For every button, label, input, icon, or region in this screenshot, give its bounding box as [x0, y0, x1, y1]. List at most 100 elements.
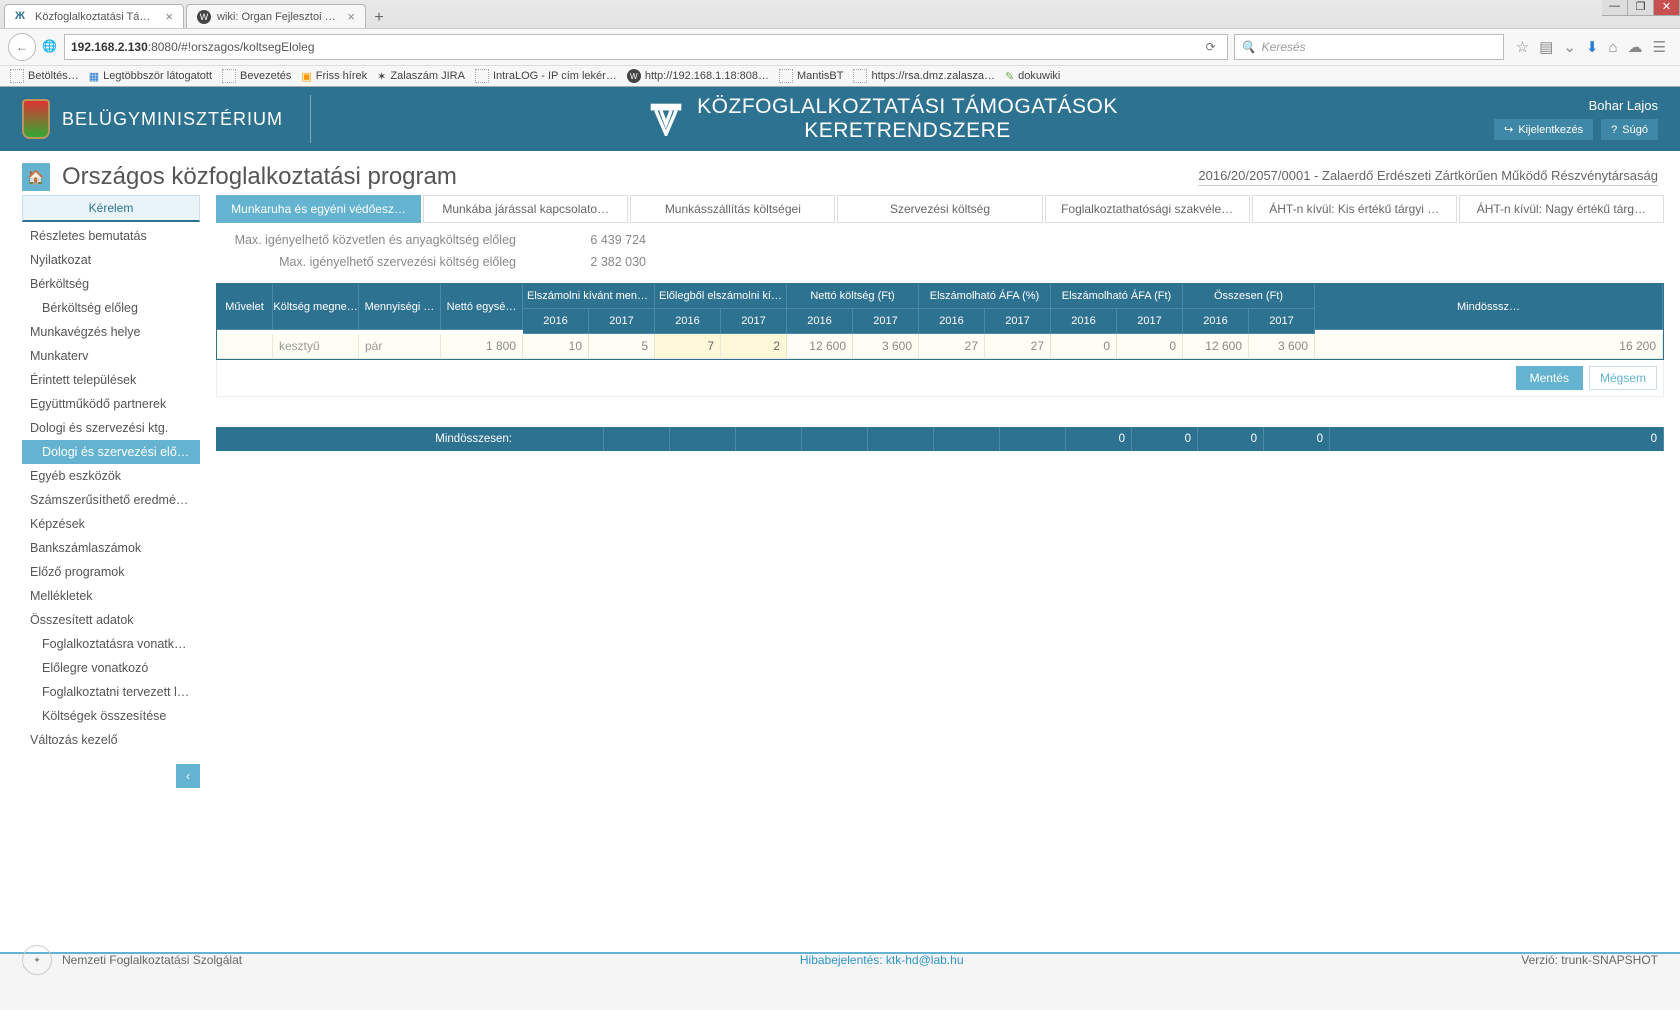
- sidebar-item[interactable]: Egyéb eszközök: [22, 464, 200, 488]
- browser-back-button[interactable]: ←: [8, 33, 36, 61]
- totals-cell: [522, 427, 604, 451]
- sidebar-item[interactable]: Foglalkoztatni tervezett lét…: [22, 680, 200, 704]
- bookmark-item[interactable]: ▣Friss hírek: [301, 70, 367, 83]
- bookmark-item[interactable]: ✎dokuwiki: [1005, 70, 1060, 83]
- bookmark-item[interactable]: https://rsa.dmz.zalasza…: [853, 69, 995, 83]
- sidebar-item[interactable]: Bérköltség előleg: [22, 296, 200, 320]
- save-button[interactable]: Mentés: [1516, 366, 1583, 390]
- browser-search-box[interactable]: 🔍 Keresés: [1234, 34, 1504, 60]
- max-org-value: 2 382 030: [546, 255, 646, 269]
- sync-icon[interactable]: ☁: [1628, 38, 1643, 56]
- logout-button[interactable]: ↪Kijelentkezés: [1494, 119, 1593, 140]
- home-icon[interactable]: ⌂: [1608, 39, 1617, 56]
- cell-total-2017: 3 600: [1249, 334, 1315, 359]
- sidebar-item[interactable]: Változás kezelő: [22, 728, 200, 752]
- sidebar-item[interactable]: Dologi és szervezési ktg.: [22, 416, 200, 440]
- window-maximize-button[interactable]: ❐: [1628, 0, 1654, 16]
- favicon-icon: W: [627, 69, 641, 83]
- sidebar-tab[interactable]: Kérelem: [22, 195, 200, 222]
- bookmark-item[interactable]: ✶Zalaszám JIRA: [377, 70, 465, 83]
- window-close-button[interactable]: ✕: [1654, 0, 1680, 16]
- cell-price: 1 800: [441, 334, 523, 359]
- row-operation-cell[interactable]: [217, 334, 273, 359]
- sidebar-item[interactable]: Bankszámlaszámok: [22, 536, 200, 560]
- downloads-icon[interactable]: ⬇: [1586, 38, 1599, 56]
- help-icon: ?: [1611, 124, 1617, 136]
- bookmark-item[interactable]: Betöltés…: [10, 69, 79, 83]
- sub-tab[interactable]: Munkásszállítás költségei: [630, 195, 835, 223]
- sidebar-item[interactable]: Együttműködő partnerek: [22, 392, 200, 416]
- col-year: 2016: [523, 309, 589, 334]
- pocket-icon[interactable]: ⌄: [1563, 38, 1576, 56]
- col-unit-price: Nettó egysé…: [441, 284, 523, 330]
- col-unit: Mennyiségi …: [359, 284, 441, 330]
- window-minimize-button[interactable]: —: [1602, 0, 1628, 16]
- browser-tab-title: wiki: Organ Fejlesztoi Szer…: [217, 11, 341, 23]
- sidebar-item[interactable]: Költségek összesítése: [22, 704, 200, 728]
- col-group: Elszámolható ÁFA (Ft): [1051, 284, 1183, 309]
- sidebar-item[interactable]: Előző programok: [22, 560, 200, 584]
- col-year: 2017: [985, 309, 1051, 334]
- cell-advance-2017[interactable]: 2: [721, 334, 787, 359]
- reader-icon[interactable]: ▤: [1539, 38, 1553, 56]
- sub-tab[interactable]: Munkaruha és egyéni védőesz…: [216, 195, 421, 223]
- col-year: 2017: [853, 309, 919, 334]
- sidebar-item[interactable]: Képzések: [22, 512, 200, 536]
- menu-icon[interactable]: ☰: [1653, 38, 1666, 56]
- sub-tab[interactable]: Szervezési költség: [837, 195, 1042, 223]
- col-year: 2017: [589, 309, 655, 334]
- col-year: 2016: [655, 309, 721, 334]
- col-year: 2016: [1183, 309, 1249, 334]
- sidebar-item[interactable]: Munkaterv: [22, 344, 200, 368]
- bookmark-item[interactable]: Bevezetés: [222, 69, 291, 83]
- sub-tab[interactable]: Munkába járással kapcsolato…: [423, 195, 628, 223]
- sidebar-item[interactable]: Dologi és szervezési előleg: [22, 440, 200, 464]
- bookmark-item[interactable]: Whttp://192.168.1.18:808…: [627, 69, 769, 83]
- bug-report-link[interactable]: Hibabejelentés: ktk-hd@lab.hu: [800, 953, 964, 967]
- cell-advance-2016[interactable]: 7: [655, 334, 721, 359]
- sidebar-item[interactable]: Számszerűsíthető eredmény…: [22, 488, 200, 512]
- globe-icon: 🌐: [42, 39, 58, 55]
- bookmark-star-icon[interactable]: ☆: [1516, 38, 1529, 56]
- sidebar-collapse-button[interactable]: ‹: [176, 764, 200, 788]
- col-group: Előlegből elszámolni kívá…: [655, 284, 787, 309]
- browser-tab-1[interactable]: W wiki: Organ Fejlesztoi Szer… ×: [186, 4, 366, 28]
- sidebar: Kérelem Részletes bemutatásNyilatkozatBé…: [6, 195, 200, 788]
- help-button[interactable]: ?Súgó: [1601, 119, 1658, 140]
- totals-cell: [670, 427, 736, 451]
- chevron-left-icon: ‹: [186, 769, 190, 783]
- logout-icon: ↪: [1504, 123, 1513, 136]
- tab-close-icon[interactable]: ×: [347, 9, 355, 24]
- tab-close-icon[interactable]: ×: [165, 9, 173, 24]
- page-title: Országos közfoglalkoztatási program: [62, 163, 457, 191]
- sidebar-item[interactable]: Részletes bemutatás: [22, 224, 200, 248]
- sidebar-item[interactable]: Nyilatkozat: [22, 248, 200, 272]
- sub-tab[interactable]: Foglalkoztathatósági szakvéle…: [1045, 195, 1250, 223]
- sidebar-item[interactable]: Összesített adatok: [22, 608, 200, 632]
- home-button[interactable]: 🏠: [22, 163, 50, 191]
- cell-vatpct-2017: 27: [985, 334, 1051, 359]
- url-path: /#!orszagos/koltsegEloleg: [178, 40, 315, 54]
- reload-icon[interactable]: ⟳: [1201, 40, 1221, 54]
- browser-tab-0[interactable]: Ж Közfoglalkoztatási Támog… ×: [4, 4, 184, 28]
- sidebar-item[interactable]: Érintett települések: [22, 368, 200, 392]
- bookmark-icon: [779, 69, 793, 83]
- browser-tab-title: Közfoglalkoztatási Támog…: [35, 11, 159, 23]
- bookmark-item[interactable]: ▦Legtöbbször látogatott: [89, 70, 212, 83]
- new-tab-button[interactable]: +: [368, 8, 390, 28]
- totals-cell: [1000, 427, 1066, 451]
- cancel-button[interactable]: Mégsem: [1589, 366, 1657, 390]
- bookmark-item[interactable]: MantisBT: [779, 69, 843, 83]
- sidebar-item[interactable]: Foglalkoztatásra vonatkozó: [22, 632, 200, 656]
- col-group: Összesen (Ft): [1183, 284, 1315, 309]
- sidebar-item[interactable]: Bérköltség: [22, 272, 200, 296]
- sidebar-item[interactable]: Mellékletek: [22, 584, 200, 608]
- sub-tab[interactable]: ÁHT-n kívül: Nagy értékű tárg…: [1459, 195, 1664, 223]
- address-bar[interactable]: 192.168.2.130:8080/#!orszagos/koltsegElo…: [64, 34, 1228, 60]
- sidebar-item[interactable]: Előlegre vonatkozó: [22, 656, 200, 680]
- sub-tab[interactable]: ÁHT-n kívül: Kis értékű tárgyi …: [1252, 195, 1457, 223]
- sidebar-item[interactable]: Munkavégzés helye: [22, 320, 200, 344]
- totals-cell: 0: [1132, 427, 1198, 451]
- totals-cell: [736, 427, 802, 451]
- bookmark-item[interactable]: IntraLOG - IP cím lekér…: [475, 69, 617, 83]
